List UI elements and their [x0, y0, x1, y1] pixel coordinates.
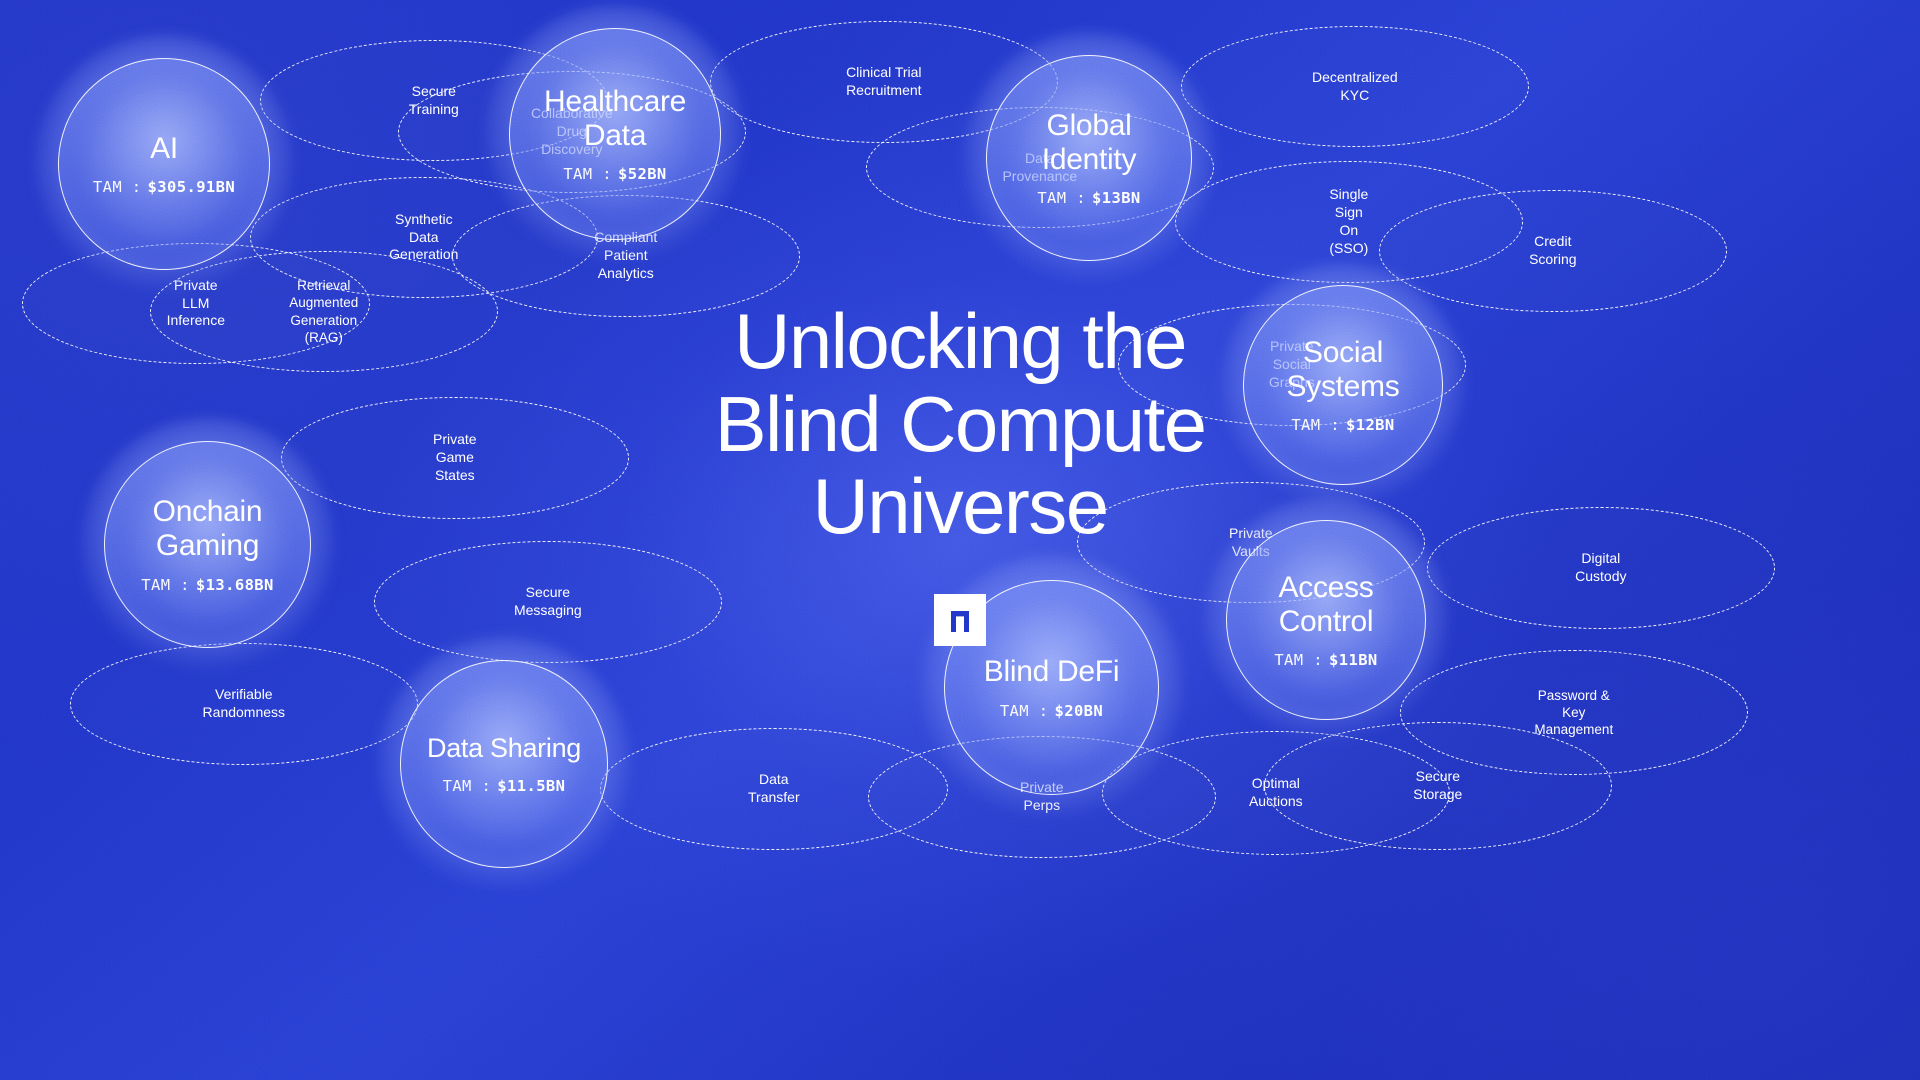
cluster-tam: TAM : $11BN	[1274, 651, 1377, 669]
satellite-digital-custody: Digital Custody	[1427, 507, 1775, 629]
tam-label: TAM :	[1037, 189, 1086, 208]
tam-value: $13BN	[1092, 189, 1141, 208]
cluster-tam: TAM : $20BN	[984, 702, 1119, 720]
cluster-title: Blind DeFi	[983, 655, 1120, 689]
satellite-label: Single Sign On (SSO)	[1329, 186, 1369, 256]
tam-label: TAM :	[1274, 651, 1323, 670]
infographic-canvas: Secure Training Synthetic Data Generatio…	[0, 0, 1920, 1080]
satellite-decentralized-kyc: Decentralized KYC	[1181, 26, 1529, 147]
cluster-tam: TAM : $52BN	[544, 165, 686, 183]
tam-value: $13.68BN	[195, 575, 274, 594]
satellite-private-game-states: Private Game States	[281, 397, 629, 519]
tam-label: TAM :	[999, 701, 1049, 720]
cluster-title: Global Identity	[1041, 108, 1137, 176]
cluster-title: Healthcare Data	[543, 84, 687, 152]
cluster-title: Social Systems	[1286, 335, 1400, 403]
satellite-label: Data Transfer	[748, 771, 800, 805]
tam-value: $11BN	[1329, 651, 1378, 670]
cluster-tam: TAM : $12BN	[1287, 416, 1400, 434]
cluster-data-sharing: Data Sharing TAM : $11.5BN	[377, 637, 631, 891]
satellite-label: Clinical Trial Recruitment	[846, 64, 922, 98]
tam-label: TAM :	[442, 776, 492, 795]
tam-label: TAM :	[1291, 416, 1340, 435]
satellite-label: Digital Custody	[1575, 550, 1627, 584]
satellite-label: Decentralized KYC	[1312, 68, 1398, 103]
satellite-label: Password & Key Management	[1534, 687, 1614, 738]
tam-value: $20BN	[1054, 701, 1104, 720]
cluster-title: AI	[150, 131, 178, 165]
cluster-tam: TAM : $305.91BN	[93, 178, 235, 196]
tam-label: TAM :	[563, 165, 612, 184]
satellite-label: Credit Scoring	[1529, 233, 1577, 267]
cluster-tam: TAM : $13.68BN	[141, 576, 274, 594]
satellite-label: Retrieval Augmented Generation (RAG)	[289, 277, 359, 345]
tam-value: $11.5BN	[497, 776, 566, 795]
cluster-title: Onchain Gaming	[152, 495, 263, 562]
cluster-healthcare-data: Healthcare Data TAM : $52BN	[485, 4, 745, 264]
cluster-tam: TAM : $13BN	[1037, 189, 1140, 207]
satellite-data-transfer: Data Transfer	[600, 728, 948, 850]
satellite-label: Verifiable Randomness	[202, 686, 286, 720]
tam-value: $12BN	[1345, 416, 1395, 435]
satellite-label: Optimal Auctions	[1248, 775, 1303, 809]
satellite-credit-scoring: Credit Scoring	[1379, 190, 1727, 312]
cluster-social-systems: Social Systems TAM : $12BN	[1221, 263, 1465, 507]
cluster-blind-defi: Blind DeFi TAM : $20BN	[920, 556, 1183, 819]
cluster-access-control: Access Control TAM : $11BN	[1204, 498, 1448, 742]
cluster-title: Data Sharing	[427, 733, 581, 764]
cluster-title: Access Control	[1278, 570, 1374, 638]
tam-label: TAM :	[141, 575, 190, 594]
cluster-ai: AI TAM : $305.91BN	[34, 34, 294, 294]
satellite-label: Secure Messaging	[513, 584, 582, 618]
cluster-tam: TAM : $11.5BN	[427, 777, 581, 795]
tam-value: $52BN	[618, 165, 667, 184]
cluster-global-identity: Global Identity TAM : $13BN	[963, 32, 1215, 284]
tam-value: $305.91BN	[147, 178, 236, 197]
tam-label: TAM :	[92, 178, 142, 197]
cluster-onchain-gaming: Onchain Gaming TAM : $13.68BN	[81, 418, 334, 671]
satellite-label: Private Game States	[433, 431, 477, 483]
